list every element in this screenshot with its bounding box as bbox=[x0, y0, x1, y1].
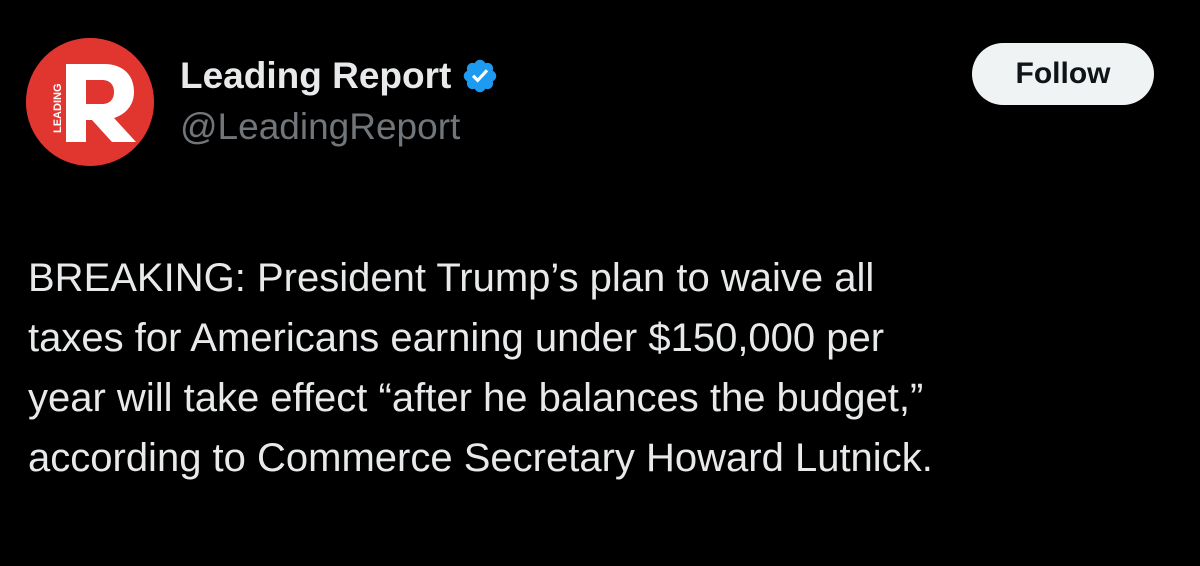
tweet-text: BREAKING: President Trump’s plan to waiv… bbox=[28, 248, 1188, 488]
follow-button[interactable]: Follow bbox=[972, 43, 1154, 105]
leading-report-logo-icon: LEADING bbox=[26, 38, 154, 166]
verified-badge-icon bbox=[461, 57, 499, 95]
author-name-row: Leading Report bbox=[180, 52, 499, 100]
tweet-card: LEADING Leading Report @LeadingReport Fo… bbox=[0, 0, 1200, 566]
tweet-text-line: taxes for Americans earning under $150,0… bbox=[28, 316, 885, 360]
tweet-text-line: BREAKING: President Trump’s plan to waiv… bbox=[28, 256, 875, 300]
avatar-side-text: LEADING bbox=[52, 84, 64, 134]
avatar[interactable]: LEADING bbox=[26, 38, 154, 166]
tweet-text-line: year will take effect “after he balances… bbox=[28, 376, 924, 420]
author-handle[interactable]: @LeadingReport bbox=[180, 106, 460, 148]
tweet-text-line: according to Commerce Secretary Howard L… bbox=[28, 436, 933, 480]
author-display-name[interactable]: Leading Report bbox=[180, 55, 451, 97]
